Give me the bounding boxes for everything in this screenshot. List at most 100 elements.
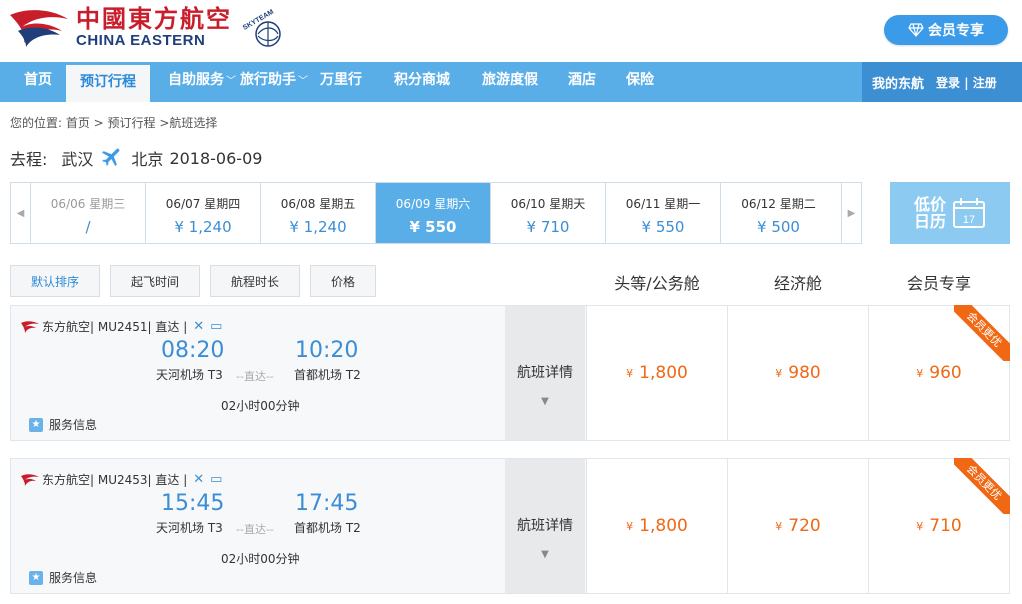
airline-info: 东方航空| MU2453| 直达 | ✕ ▭	[21, 471, 222, 488]
calendar-label: 低价日历	[914, 195, 947, 231]
star-icon: ★	[29, 417, 43, 432]
chevron-down-icon: ▼	[541, 396, 549, 407]
departure-time: 08:20	[161, 338, 225, 363]
meal-icon: ✕	[193, 472, 205, 487]
date-cell[interactable]: 06/07 星期四 ¥ 1,240	[146, 183, 261, 243]
member-exclusive-label: 会员专享	[928, 23, 984, 39]
nav-item-self-service[interactable]: 自助服务 ﹀	[150, 62, 236, 102]
service-info-link[interactable]: ★ 服务信息	[29, 569, 97, 586]
first-class-price[interactable]: ¥1,800	[586, 459, 727, 593]
date-label: 06/10 星期天	[510, 197, 586, 211]
nav-item-points-mall[interactable]: 积分商城	[374, 62, 464, 102]
date-label: 06/12 星期二	[741, 197, 816, 211]
nav-item-label: 酒店	[568, 72, 596, 88]
next-dates-button[interactable]: ▶	[841, 183, 861, 243]
site-header: 中國東方航空 CHINA EASTERN SKYTEAM 会员专享	[0, 0, 1022, 62]
nav-item-travel-assistant[interactable]: 旅行助手 ﹀	[236, 62, 308, 102]
airline-info: 东方航空| MU2451| 直达 | ✕ ▭	[21, 318, 222, 335]
price-value: 1,800	[639, 516, 688, 536]
nav-item-home[interactable]: 首页	[0, 62, 66, 102]
currency-symbol: ¥	[775, 366, 783, 380]
login-register-link[interactable]: 登录 | 注册	[936, 74, 997, 91]
arrival-airport: 首都机场 T2	[294, 368, 361, 382]
nav-item-hotel[interactable]: 酒店	[552, 62, 610, 102]
chevron-down-icon: ▼	[541, 549, 549, 560]
chevron-right-icon: ▶	[847, 207, 856, 219]
nav-item-label: 万里行	[320, 72, 362, 88]
service-info-link[interactable]: ★ 服务信息	[29, 416, 97, 433]
my-account-link[interactable]: 我的东航	[862, 73, 924, 92]
currency-symbol: ¥	[626, 519, 634, 533]
date-label: 06/09 星期六	[395, 197, 471, 211]
date-selector: ◀ 06/06 星期三 / 06/07 星期四 ¥ 1,240 06/08 星期五 ¥…	[10, 182, 862, 244]
flight-details-toggle[interactable]: 航班详情 ▼	[505, 459, 585, 593]
flight-details-toggle[interactable]: 航班详情 ▼	[505, 306, 585, 440]
main-nav: 首页 预订行程 自助服务 ﹀ 旅行助手 ﹀ 万里行 积分商城 旅游度假 酒店 保险 …	[0, 62, 1022, 102]
date-cell[interactable]: 06/10 星期天 ¥ 710	[491, 183, 606, 243]
economy-price[interactable]: ¥980	[727, 306, 868, 440]
direct-label: --直达--	[236, 370, 274, 383]
date-price: ¥ 550	[409, 218, 457, 236]
date-price: ¥ 710	[526, 218, 570, 236]
date-cell[interactable]: 06/11 星期一 ¥ 550	[606, 183, 721, 243]
low-price-calendar-button[interactable]: 低价日历 17	[890, 182, 1010, 244]
member-better-ribbon: 会员更优	[954, 305, 1010, 361]
currency-symbol: ¥	[626, 366, 634, 380]
flight-duration: 02小时00分钟	[221, 399, 300, 413]
diamond-icon	[908, 23, 924, 37]
nav-item-label: 预订行程	[80, 74, 136, 90]
nav-item-label: 自助服务	[168, 72, 224, 88]
date-price: ¥ 550	[641, 218, 685, 236]
direct-label: --直达--	[236, 523, 274, 536]
flight-card: 东方航空| MU2451| 直达 | ✕ ▭ 08:20 10:20 天河机场 …	[10, 305, 1010, 441]
member-price[interactable]: ¥710 会员更优	[868, 458, 1010, 593]
column-member: 会员专享	[906, 274, 971, 293]
account-area: 我的东航 登录 | 注册	[862, 62, 1022, 102]
nav-item-booking[interactable]: 预订行程	[66, 62, 150, 102]
date-price: /	[85, 218, 91, 236]
sort-price-button[interactable]: 价格	[310, 265, 376, 297]
chevron-down-icon: ﹀	[298, 76, 308, 87]
nav-item-insurance[interactable]: 保险	[610, 62, 668, 102]
prev-dates-button[interactable]: ◀	[11, 183, 31, 243]
sort-duration-button[interactable]: 航程时长	[210, 265, 300, 297]
date-cell-selected[interactable]: 06/09 星期六 ¥ 550	[376, 183, 491, 243]
china-eastern-logo[interactable]: 中國東方航空 CHINA EASTERN SKYTEAM	[8, 4, 288, 52]
star-icon: ★	[29, 570, 43, 585]
calendar-day: 17	[963, 214, 975, 226]
date-cell[interactable]: 06/12 星期二 ¥ 500	[721, 183, 836, 243]
date-cell[interactable]: 06/08 星期五 ¥ 1,240	[261, 183, 376, 243]
airline-logo-icon	[21, 473, 39, 486]
departure-time: 15:45	[161, 491, 225, 516]
date-label: 06/08 星期五	[280, 197, 356, 211]
nav-item-label: 旅游度假	[482, 72, 538, 88]
route-origin: 武汉	[61, 150, 94, 169]
currency-symbol: ¥	[916, 366, 924, 380]
logo-chinese-text: 中國東方航空	[76, 5, 232, 33]
member-better-ribbon: 会员更优	[954, 458, 1010, 514]
date-label: 06/11 星期一	[625, 197, 701, 211]
nav-item-holidays[interactable]: 旅游度假	[464, 62, 552, 102]
member-price[interactable]: ¥960 会员更优	[868, 305, 1010, 440]
sort-departure-button[interactable]: 起飞时间	[110, 265, 200, 297]
member-exclusive-button[interactable]: 会员专享	[884, 15, 1008, 45]
logo-english-text: CHINA EASTERN	[76, 32, 206, 49]
swallow-logo-icon	[10, 10, 68, 47]
flight-duration: 02小时00分钟	[221, 552, 300, 566]
flight-info: 东方航空| MU2453| 直达 | ✕ ▭ 15:45 17:45 天河机场 …	[11, 459, 505, 593]
sort-default-button[interactable]: 默认排序	[10, 265, 100, 297]
flight-details-label: 航班详情	[517, 518, 573, 534]
calendar-icon: 17	[953, 198, 985, 228]
date-price: ¥ 1,240	[289, 218, 347, 236]
flight-details-label: 航班详情	[517, 365, 573, 381]
first-class-price[interactable]: ¥1,800	[586, 306, 727, 440]
entertainment-icon: ▭	[210, 472, 223, 487]
price-value: 720	[788, 516, 821, 536]
nav-item-label: 首页	[24, 72, 52, 88]
price-value: 1,800	[639, 363, 688, 383]
economy-price[interactable]: ¥720	[727, 459, 868, 593]
date-cell[interactable]: 06/06 星期三 /	[31, 183, 146, 243]
departure-airport: 天河机场 T3	[156, 368, 223, 382]
nav-item-eastern-miles[interactable]: 万里行	[308, 62, 374, 102]
chevron-left-icon: ◀	[16, 207, 25, 219]
